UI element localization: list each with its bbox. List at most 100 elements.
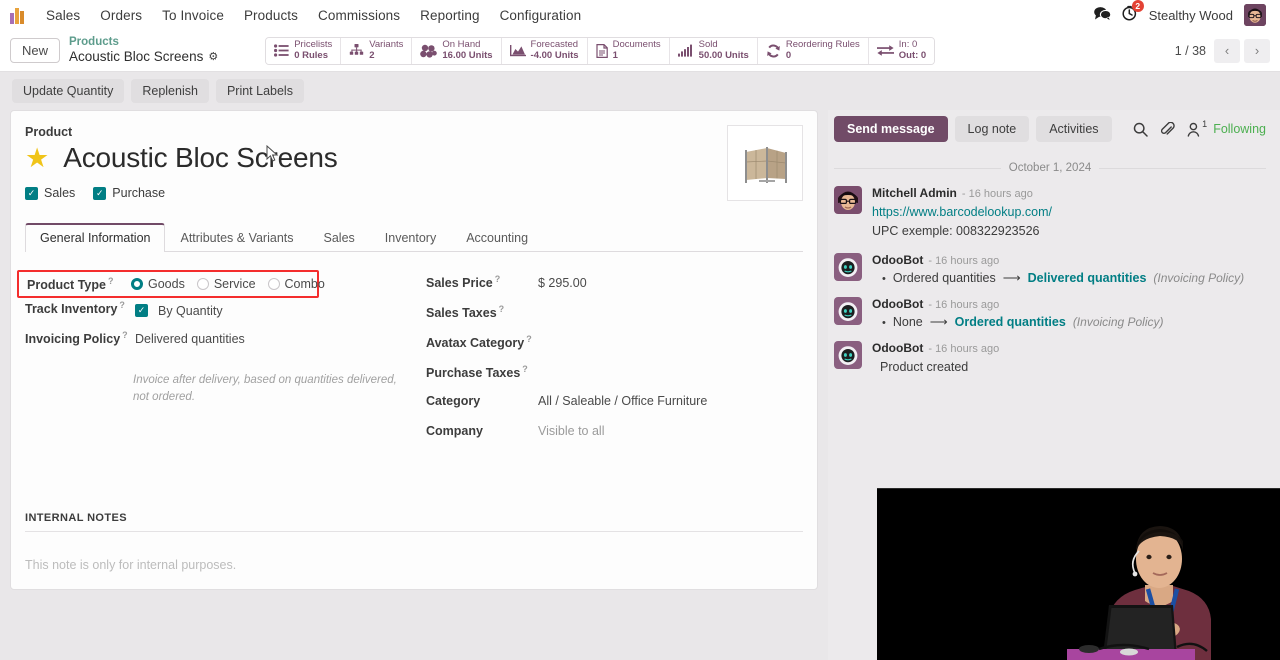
avatar[interactable] [834,297,862,325]
invoicing-policy-value[interactable]: Delivered quantities [135,332,245,346]
pager-next-button[interactable]: › [1244,39,1270,63]
internal-notes-input[interactable]: This note is only for internal purposes. [25,532,803,572]
tracking-field-name: (Invoicing Policy) [1073,315,1164,329]
company-value[interactable]: Visible to all [538,424,604,438]
sales-price-value[interactable]: $ 295.00 [538,276,587,290]
message-body: OdooBot - 16 hours ago • None ⟶ Ordered … [872,297,1266,329]
breadcrumb-parent-products[interactable]: Products [69,36,218,49]
user-avatar[interactable] [1244,4,1266,26]
stat-button-documents[interactable]: Documents 1 [588,38,670,64]
field-label-sales-price: Sales Price? [426,274,538,290]
message-link[interactable]: https://www.barcodelookup.com/ [872,205,1052,219]
bar-chart-icon [678,44,694,57]
message-author[interactable]: OdooBot [872,341,923,355]
stat-button-pricelists[interactable]: Pricelists 0 Rules [266,38,341,64]
tooltip-icon[interactable]: ? [119,300,125,310]
tooltip-icon[interactable]: ? [499,304,505,314]
user-menu-name[interactable]: Stealthy Wood [1149,8,1233,23]
stat-button-forecasted[interactable]: Forecasted -4.00 Units [502,38,588,64]
field-label-purchase-taxes: Purchase Taxes? [426,364,538,380]
following-status[interactable]: Following [1213,122,1266,136]
followers-icon[interactable]: 1 [1187,122,1201,137]
product-image[interactable] [727,125,803,201]
message-header: OdooBot - 16 hours ago [872,341,1266,355]
gear-icon[interactable]: ⚙ [208,51,218,64]
hierarchy-icon [349,44,364,57]
nav-menu-configuration[interactable]: Configuration [490,4,592,27]
tab-general-information[interactable]: General Information [25,223,165,252]
activities-button[interactable]: Activities [1036,116,1111,142]
stat-value: Out: 0 [899,51,926,62]
internal-notes-section: INTERNAL NOTES This note is only for int… [25,512,803,572]
track-inventory-checkbox[interactable]: ✓ By Quantity [135,304,223,318]
tracking-field-name: (Invoicing Policy) [1153,271,1244,285]
stat-button-on-hand[interactable]: On Hand 16.00 Units [412,38,501,64]
tooltip-icon[interactable]: ? [495,274,501,284]
tab-inventory[interactable]: Inventory [370,223,451,252]
stat-button-sold[interactable]: Sold 50.00 Units [670,38,758,64]
tooltip-icon[interactable]: ? [108,276,114,286]
messages-icon[interactable] [1094,6,1111,25]
radio-label: Goods [148,277,185,291]
stat-button-variants[interactable]: Variants 2 [341,38,412,64]
field-label-track-inventory: Track Inventory? [25,300,135,316]
avatar[interactable] [834,186,862,214]
internal-notes-heading: INTERNAL NOTES [25,512,803,532]
radio-combo[interactable]: Combo [268,277,325,291]
tooltip-icon[interactable]: ? [122,330,128,340]
field-column-left: Product Type? Goods Service [25,274,414,454]
nav-menu-to-invoice[interactable]: To Invoice [152,4,234,27]
nav-menu-reporting[interactable]: Reporting [410,4,489,27]
tab-accounting[interactable]: Accounting [451,223,543,252]
search-icon[interactable] [1133,122,1148,137]
update-quantity-button[interactable]: Update Quantity [12,79,124,103]
stat-value: 0 Rules [294,51,332,62]
checkbox-purchase[interactable]: ✓ Purchase [93,186,165,200]
checkbox-label: Sales [44,186,75,200]
message-text: https://www.barcodelookup.com/ UPC exemp… [872,203,1266,241]
nav-app-sales[interactable]: Sales [36,4,90,27]
tab-attributes-variants[interactable]: Attributes & Variants [165,223,308,252]
nav-menu-orders[interactable]: Orders [90,4,152,27]
favorite-star-icon[interactable]: ★ [25,145,49,172]
stat-label: Variants [369,40,403,51]
replenish-button[interactable]: Replenish [131,79,209,103]
tooltip-icon[interactable]: ? [526,334,532,344]
tooltip-icon[interactable]: ? [522,364,528,374]
field-column-right: Sales Price? $ 295.00 Sales Taxes? Avata… [414,274,803,454]
odoo-logo-icon[interactable] [10,7,28,24]
bullet-icon: • [882,273,886,285]
exchange-icon [877,44,894,57]
invoicing-policy-hint: Invoice after delivery, based on quantit… [133,372,403,407]
presenter-video-overlay[interactable] [877,488,1280,660]
avatar[interactable] [834,253,862,281]
stat-button-reordering-rules[interactable]: Reordering Rules 0 [758,38,869,64]
pager-previous-button[interactable]: ‹ [1214,39,1240,63]
log-note-button[interactable]: Log note [955,116,1030,142]
stat-button-in-out[interactable]: In: 0 Out: 0 [869,38,934,64]
nav-menu-commissions[interactable]: Commissions [308,4,410,27]
attachment-paperclip-icon[interactable] [1160,122,1175,137]
print-labels-button[interactable]: Print Labels [216,79,304,103]
radio-goods[interactable]: Goods [131,277,185,291]
message-author[interactable]: OdooBot [872,253,923,267]
date-separator-label: October 1, 2024 [1009,162,1091,174]
avatar[interactable] [834,341,862,369]
radio-icon [268,278,280,290]
nav-menu-products[interactable]: Products [234,4,308,27]
send-message-button[interactable]: Send message [834,116,948,142]
divider-right [1099,168,1266,169]
check-icon: ✓ [135,304,148,317]
tab-sales[interactable]: Sales [309,223,370,252]
new-record-button[interactable]: New [10,38,60,63]
breadcrumb: Products Acoustic Bloc Screens ⚙ [69,36,218,65]
cubes-icon [420,44,437,58]
category-value[interactable]: All / Saleable / Office Furniture [538,394,707,408]
field-grid: Product Type? Goods Service [25,274,803,454]
checkbox-sales[interactable]: ✓ Sales [25,186,75,200]
activities-clock-icon[interactable]: 2 [1122,5,1138,25]
message-author[interactable]: Mitchell Admin [872,186,957,200]
radio-service[interactable]: Service [197,277,256,291]
message-author[interactable]: OdooBot [872,297,923,311]
field-company: Company Visible to all [426,424,803,454]
